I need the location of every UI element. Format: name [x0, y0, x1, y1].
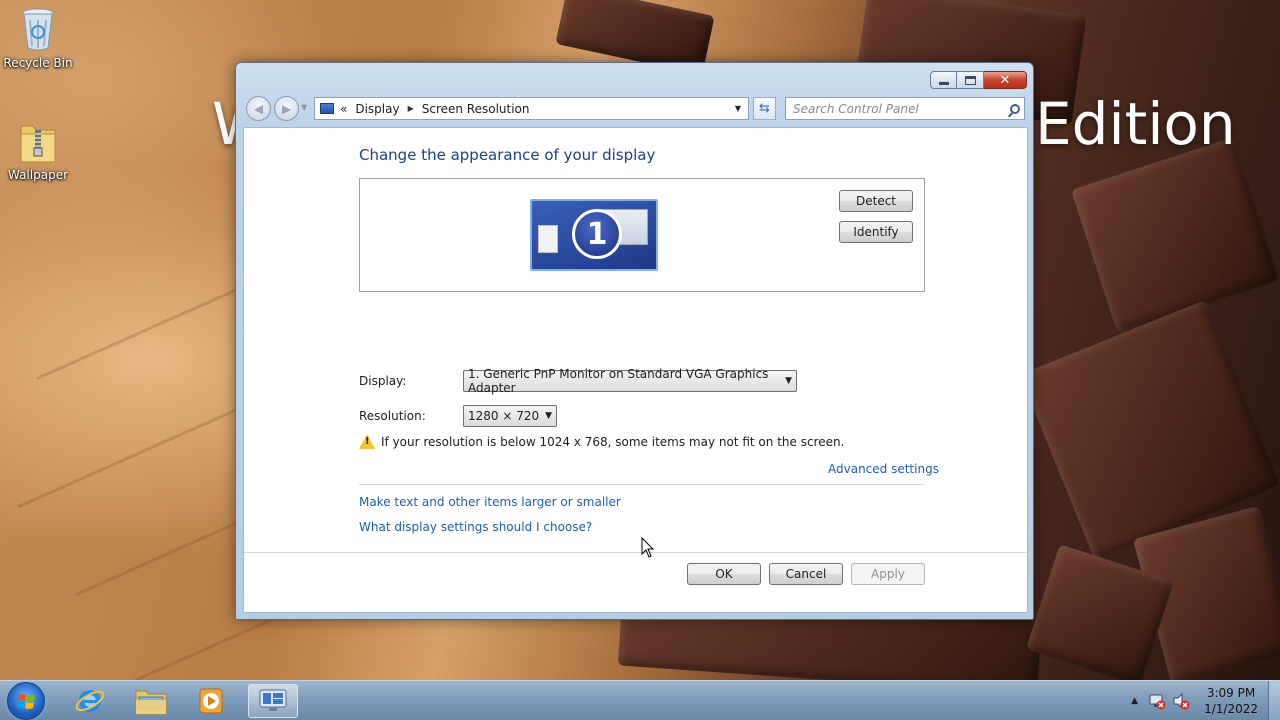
maximize-button[interactable] [957, 71, 984, 89]
address-root-chevron[interactable]: « [340, 102, 347, 116]
screen-resolution-window: ✕ ◀ ▶ ▼ « Display ▶ Screen Resolution ▼ … [235, 62, 1034, 620]
desktop-icon-recycle-bin[interactable]: Recycle Bin [0, 6, 76, 70]
taskbar-clock[interactable]: 3:09 PM 1/1/2022 [1204, 685, 1258, 717]
resolution-select[interactable]: 1280 × 720 ▼ [463, 405, 557, 427]
dropdown-arrow-icon: ▼ [545, 411, 552, 421]
display-select-value: 1. Generic PnP Monitor on Standard VGA G… [468, 367, 769, 395]
content-pane: Change the appearance of your display 1 … [243, 127, 1028, 613]
warning-text: If your resolution is below 1024 x 768, … [381, 434, 845, 449]
forward-button[interactable]: ▶ [274, 96, 299, 121]
display-settings-help-link[interactable]: What display settings should I choose? [359, 520, 592, 534]
address-dropdown-icon[interactable]: ▼ [728, 98, 748, 119]
taskbar-internet-explorer[interactable] [65, 684, 115, 718]
monitor-number-badge: 1 [572, 209, 622, 259]
close-icon: ✕ [999, 72, 1011, 88]
refresh-icon: ⇆ [759, 101, 770, 116]
taskbar-media-player[interactable] [186, 684, 236, 718]
dropdown-arrow-icon: ▼ [785, 376, 792, 386]
media-player-icon [199, 688, 223, 714]
recycle-bin-icon [22, 8, 54, 51]
apply-button[interactable]: Apply [851, 563, 925, 585]
search-input[interactable]: Search Control Panel [793, 102, 1006, 116]
start-button[interactable] [7, 682, 45, 720]
search-icon[interactable] [1006, 103, 1024, 114]
caption-buttons: ✕ [930, 71, 1027, 89]
resolution-warning: ! If your resolution is below 1024 x 768… [359, 434, 844, 449]
wallpaper-text-edition: Edition [1035, 90, 1236, 158]
address-bar[interactable]: « Display ▶ Screen Resolution ▼ [314, 97, 749, 120]
zip-folder-icon [20, 125, 56, 163]
desktop-icon-wallpaper[interactable]: Wallpaper [0, 120, 76, 182]
forward-arrow-icon: ▶ [281, 101, 292, 116]
monitor-1-thumbnail[interactable]: 1 [530, 199, 658, 271]
breadcrumb-separator-icon[interactable]: ▶ [408, 104, 414, 113]
back-button[interactable]: ◀ [246, 96, 271, 121]
desktop-icon-label: Recycle Bin [3, 56, 73, 70]
clock-date: 1/1/2022 [1204, 702, 1258, 716]
navigation-bar: ◀ ▶ ▼ « Display ▶ Screen Resolution ▼ ⇆ … [244, 95, 1025, 121]
file-explorer-icon [135, 690, 167, 715]
control-panel-icon [320, 103, 334, 114]
taskbar-screen-resolution[interactable] [248, 684, 298, 718]
show-hidden-icons-chevron-icon[interactable]: ▲ [1131, 696, 1138, 706]
resolution-select-value: 1280 × 720 [468, 409, 540, 423]
search-box[interactable]: Search Control Panel [785, 97, 1025, 120]
identify-button[interactable]: Identify [839, 221, 913, 243]
desktop-icon-label: Wallpaper [7, 168, 69, 182]
show-desktop-button[interactable] [1268, 681, 1280, 720]
cancel-button[interactable]: Cancel [769, 563, 843, 585]
network-disconnected-icon[interactable] [1148, 692, 1166, 710]
advanced-settings-link[interactable]: Advanced settings [828, 462, 939, 476]
system-tray: ▲ 3:09 PM 1/1/2022 [1131, 681, 1258, 720]
detect-button[interactable]: Detect [839, 190, 913, 212]
close-button[interactable]: ✕ [984, 71, 1027, 89]
ok-button[interactable]: OK [687, 563, 761, 585]
refresh-button[interactable]: ⇆ [753, 97, 776, 120]
page-title: Change the appearance of your display [359, 146, 656, 164]
minimize-button[interactable] [930, 71, 957, 89]
section-divider [359, 484, 925, 485]
minimize-icon [938, 81, 949, 85]
maximize-icon [964, 75, 976, 85]
taskbar-file-explorer[interactable] [126, 684, 176, 718]
display-select[interactable]: 1. Generic PnP Monitor on Standard VGA G… [463, 367, 797, 395]
resolution-label: Resolution: [359, 409, 426, 423]
breadcrumb-screen-resolution[interactable]: Screen Resolution [422, 102, 530, 116]
text-size-link[interactable]: Make text and other items larger or smal… [359, 495, 621, 509]
footer-divider [244, 552, 1027, 553]
volume-muted-icon[interactable] [1172, 692, 1190, 710]
internet-explorer-icon [75, 690, 105, 712]
back-arrow-icon: ◀ [253, 101, 264, 116]
taskbar: ▲ 3:09 PM 1/1/2022 [0, 680, 1280, 720]
clock-time: 3:09 PM [1206, 686, 1256, 700]
control-panel-display-icon [259, 689, 287, 711]
breadcrumb-display[interactable]: Display [355, 102, 399, 116]
recent-pages-chevron-icon[interactable]: ▼ [301, 103, 307, 112]
warning-icon: ! [359, 434, 375, 449]
windows-logo-icon [17, 694, 35, 709]
display-label: Display: [359, 374, 407, 388]
monitor-window-thumbnail [538, 225, 558, 253]
display-preview-panel: 1 Detect Identify [359, 178, 925, 292]
mouse-cursor-icon [641, 537, 655, 558]
